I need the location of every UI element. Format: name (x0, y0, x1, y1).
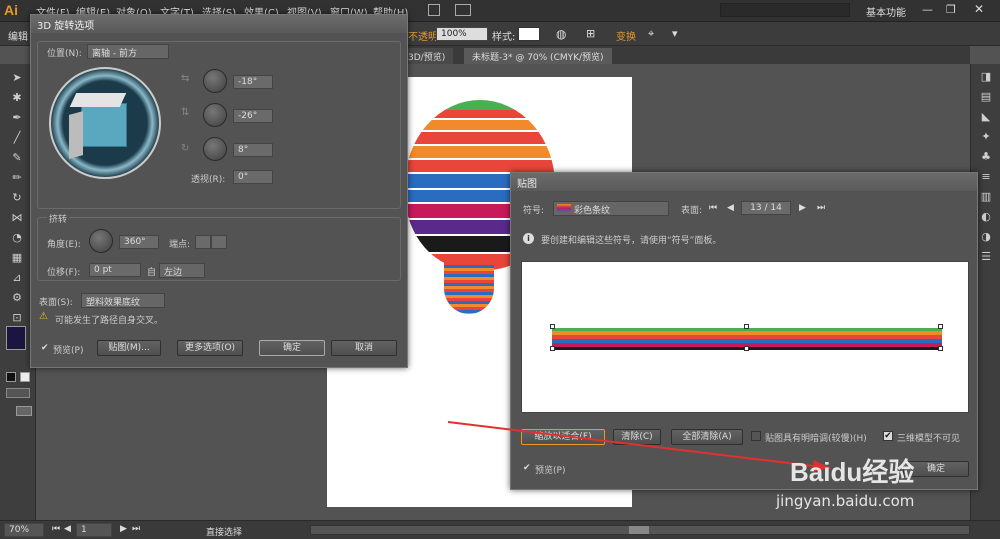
scrollbar-thumb[interactable] (629, 526, 649, 534)
horizontal-scrollbar[interactable] (310, 525, 970, 535)
last-artboard-icon[interactable]: ⏭ (132, 524, 140, 534)
current-tool-status: 直接选择 (206, 528, 243, 538)
zoom-select[interactable]: 70% (4, 523, 44, 537)
next-artboard-icon[interactable]: ▶ (120, 524, 127, 534)
watermark-url: jingyan.baidu.com (776, 492, 915, 510)
watermark-logo: Baidu经验 (790, 457, 915, 487)
prev-artboard-icon[interactable]: ◀ (64, 524, 71, 534)
artboard-select[interactable]: 1 (76, 523, 112, 537)
first-artboard-icon[interactable]: ⏮ (52, 524, 60, 534)
status-bar: 70% ⏮ ◀ 1 ▶ ⏭ 直接选择 (0, 520, 1000, 539)
